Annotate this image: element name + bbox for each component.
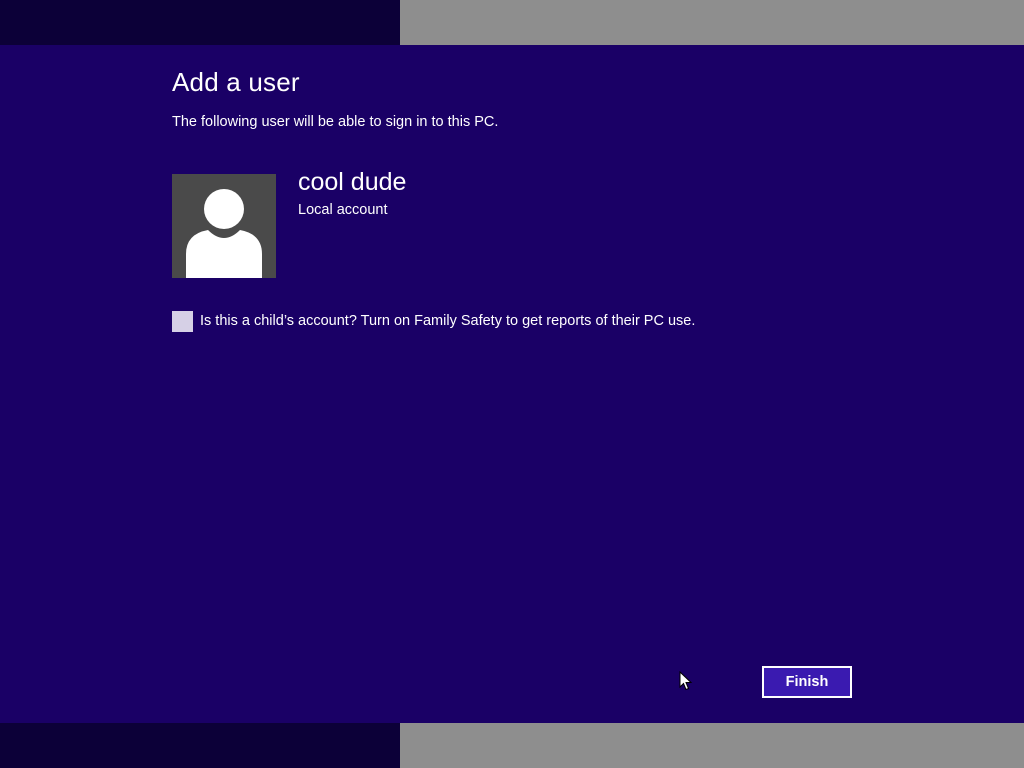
user-name: cool dude [298, 168, 407, 196]
child-account-label[interactable]: Is this a child’s account? Turn on Famil… [200, 313, 695, 329]
finish-button[interactable]: Finish [762, 666, 852, 698]
top-band [0, 0, 1024, 45]
top-band-dark [0, 0, 400, 45]
page-subtitle: The following user will be able to sign … [172, 114, 499, 130]
page-title: Add a user [172, 67, 300, 97]
child-account-option: Is this a child’s account? Turn on Famil… [172, 310, 695, 332]
user-silhouette-icon [186, 189, 262, 278]
bottom-band-light [400, 723, 1024, 768]
child-account-checkbox[interactable] [172, 310, 193, 332]
bottom-band-dark [0, 723, 400, 768]
bottom-band [0, 723, 1024, 768]
avatar [172, 174, 276, 278]
top-band-light [400, 0, 1024, 45]
mouse-cursor-icon [679, 671, 693, 691]
add-user-screen: Add a user The following user will be ab… [0, 0, 1024, 768]
account-type: Local account [298, 202, 388, 218]
